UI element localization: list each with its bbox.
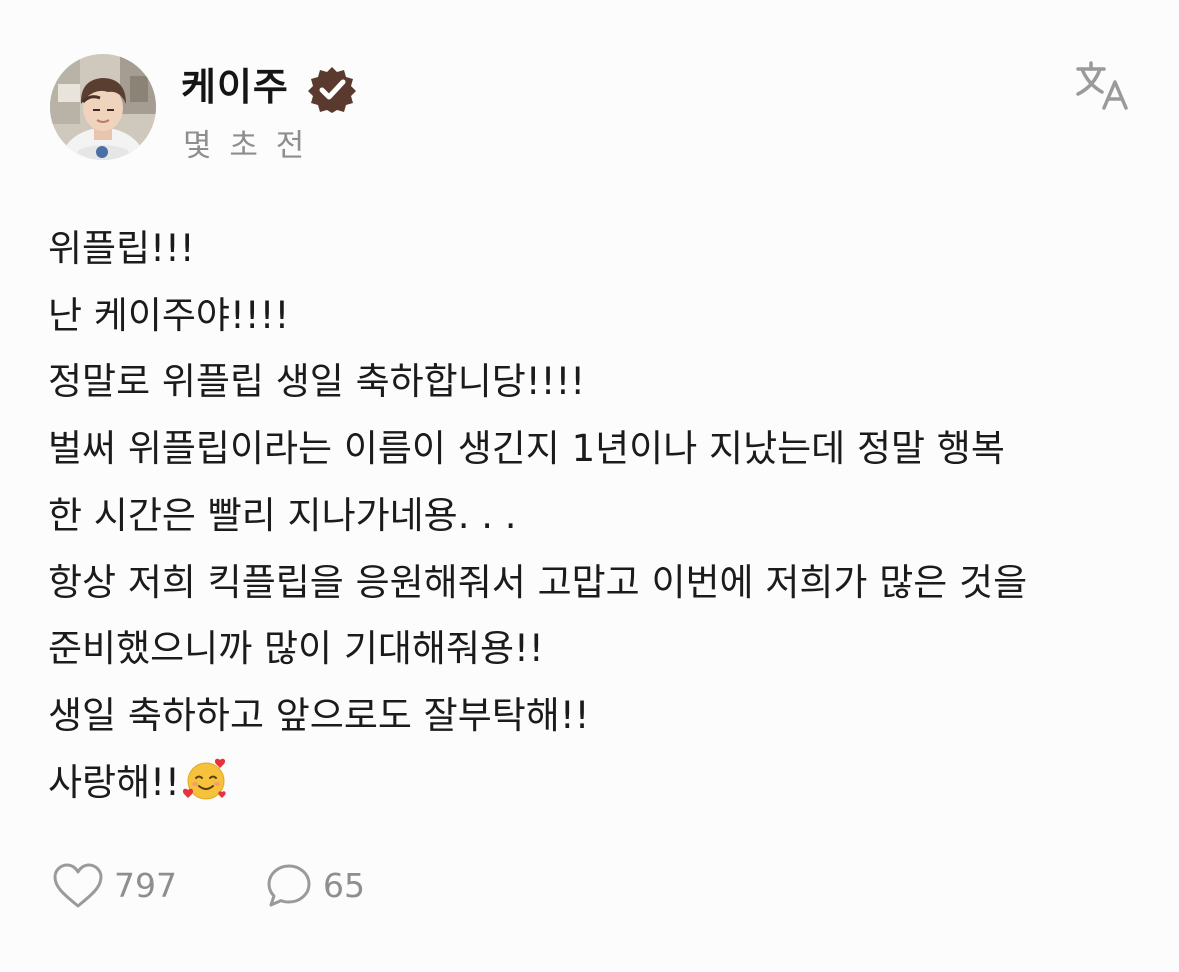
comment-icon: [267, 864, 311, 907]
like-count: 797: [114, 866, 177, 905]
post-body-line: 생일 축하하고 앞으로도 잘부탁해!!: [48, 693, 590, 737]
post-body-last-line: 사랑해!!: [48, 750, 1148, 817]
post-body-line: 벌써 위플립이라는 이름이 생긴지 1년이나 지났는데 정말 행복: [48, 427, 1005, 471]
author-avatar[interactable]: [50, 54, 156, 160]
smiling-face-with-hearts-icon: [182, 758, 226, 800]
comment-count: 65: [323, 866, 365, 905]
post-timestamp: 몇 초 전: [183, 128, 309, 164]
post-body-line: 준비했으니까 많이 기대해줘용!!: [48, 627, 544, 671]
post-body-line: 난 케이주야!!!!: [48, 293, 290, 337]
heart-icon: [53, 863, 103, 908]
post-body-line: 한 시간은 빨리 지나가네용. . .: [48, 493, 517, 537]
post-body: 위플립!!! 난 케이주야!!!! 정말로 위플립 생일 축하합니당!!!! 벌…: [48, 216, 1148, 816]
post-actions: 797 65: [52, 858, 365, 914]
post-card: 케이주 몇 초 전 위플립!!! 난 케이주야!!!! 정말로 위플립 생일 축…: [0, 0, 1179, 972]
author-name[interactable]: 케이주: [181, 62, 289, 112]
post-body-line: 사랑해!!: [48, 760, 180, 804]
post-body-line: 정말로 위플립 생일 축하합니당!!!!: [48, 360, 586, 404]
comment-button[interactable]: 65: [265, 858, 365, 914]
verified-badge-icon: [308, 67, 356, 113]
post-body-line: 위플립!!!: [48, 227, 195, 270]
profile-photo: [50, 54, 156, 160]
like-button[interactable]: 797: [52, 858, 177, 914]
translate-icon[interactable]: [1074, 60, 1130, 112]
post-body-line: 항상 저희 킥플립을 응원해줘서 고맙고 이번에 저희가 많은 것을: [48, 560, 1028, 604]
